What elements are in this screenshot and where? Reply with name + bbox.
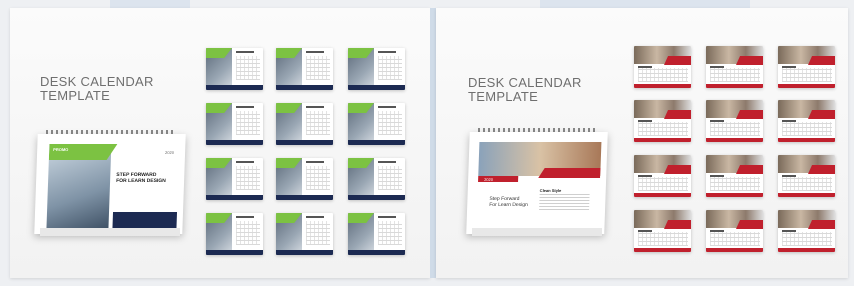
cover-subhead: Clean Style	[539, 188, 562, 193]
calendar-page-thumb	[706, 210, 763, 252]
calendar-page-thumb	[634, 155, 691, 197]
calendar-page-thumb	[276, 213, 333, 255]
desk-calendar-mockup-red: 2020 Step Forward For Learn Design Clean…	[466, 128, 608, 238]
calendar-page-thumb	[206, 158, 263, 200]
cover-year: 2020	[165, 150, 175, 155]
calendar-cover: 2020 Step Forward For Learn Design Clean…	[466, 132, 608, 234]
calendar-page-thumb	[778, 210, 835, 252]
calendar-page-thumb	[276, 103, 333, 145]
left-panel-title: DESK CALENDAR TEMPLATE	[40, 74, 154, 103]
calendar-page-thumb	[206, 103, 263, 145]
calendar-page-thumb	[348, 158, 405, 200]
left-panel: DESK CALENDAR TEMPLATE PROMO 2020 STEP F…	[10, 8, 430, 278]
right-panel: DESK CALENDAR TEMPLATE 2020 Step Forward…	[436, 8, 848, 278]
calendar-page-thumb	[706, 100, 763, 142]
calendar-page-thumb	[634, 210, 691, 252]
calendar-page-thumb	[706, 155, 763, 197]
cover-body-text	[539, 194, 590, 210]
calendar-page-thumb	[778, 46, 835, 88]
calendar-page-thumb	[206, 48, 263, 90]
calendar-page-thumb	[348, 103, 405, 145]
calendar-page-thumb	[206, 213, 263, 255]
calendar-page-thumb	[276, 158, 333, 200]
cover-headline: Step Forward For Learn Design	[489, 196, 528, 208]
calendar-page-thumb	[706, 46, 763, 88]
calendar-cover: PROMO 2020 STEP FORWARD FOR LEARN DESIGN	[34, 134, 186, 234]
cover-brand: PROMO	[53, 147, 69, 152]
red-accent-band	[538, 168, 600, 178]
calendar-base	[472, 228, 602, 236]
desk-calendar-mockup-green: PROMO 2020 STEP FORWARD FOR LEARN DESIGN	[34, 130, 186, 238]
cover-year: 2020	[484, 177, 494, 182]
calendar-page-thumb	[348, 48, 405, 90]
calendar-page-thumb	[778, 100, 835, 142]
cover-headline: STEP FORWARD FOR LEARN DESIGN	[116, 172, 166, 184]
calendar-page-thumb	[634, 46, 691, 88]
calendar-page-thumb	[276, 48, 333, 90]
calendar-base	[40, 228, 180, 236]
navy-footer-band	[112, 212, 178, 228]
calendar-page-thumb	[634, 100, 691, 142]
calendar-page-thumb	[778, 155, 835, 197]
right-panel-title: DESK CALENDAR TEMPLATE	[468, 75, 582, 104]
calendar-page-thumb	[348, 213, 405, 255]
